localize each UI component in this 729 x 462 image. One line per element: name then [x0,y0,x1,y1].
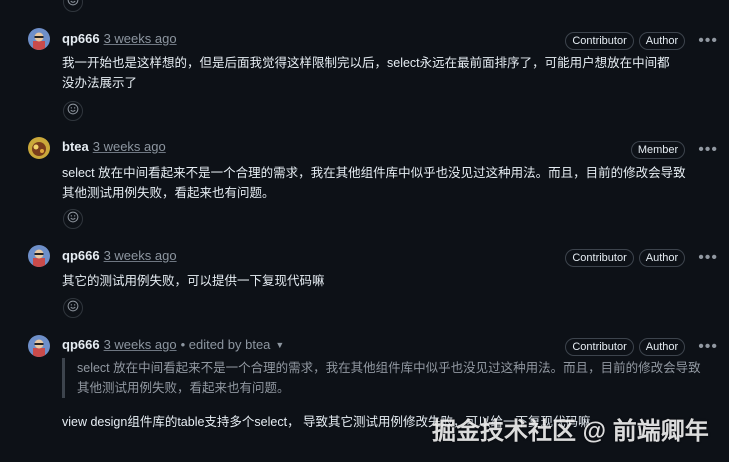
member-badge: Member [630,141,686,159]
avatar[interactable] [28,28,50,50]
comment-header: qp666 3 weeks ago [62,30,177,48]
comment-badges: Contributor Author ••• [565,338,718,356]
comment-badges: Contributor Author ••• [565,32,718,50]
comment-badges: Member ••• [630,141,718,159]
add-reaction-button[interactable] [63,209,83,229]
timestamp[interactable]: 3 weeks ago [104,336,177,354]
smiley-icon [67,299,79,317]
author-name[interactable]: btea [62,138,89,156]
kebab-horizontal-icon[interactable]: ••• [698,250,718,266]
kebab-horizontal-icon[interactable]: ••• [698,142,718,158]
discussion-timeline: qp666 3 weeks ago Contributor Author •••… [0,0,729,462]
smiley-icon [67,102,79,120]
edited-by-label[interactable]: • edited by btea [181,336,271,354]
author-badge: Author [638,32,686,50]
comment-body: 其它的测试用例失败，可以提供一下复现代码嘛 [62,274,325,288]
avatar[interactable] [28,137,50,159]
comment-body: 我一开始也是这样想的，但是后面我觉得这样限制完以后，select永远在最前面排序… [62,56,670,90]
timestamp[interactable]: 3 weeks ago [93,138,166,156]
timestamp[interactable]: 3 weeks ago [104,30,177,48]
avatar[interactable] [28,245,50,267]
author-name[interactable]: qp666 [62,30,100,48]
watermark: 掘金技术社区 @ 前端卿年 [432,418,709,445]
add-reaction-button[interactable] [63,0,83,12]
comment-body: select 放在中间看起来不是一个合理的需求，我在其他组件库中似乎也没见过这种… [62,166,686,200]
quoted-reply: select 放在中间看起来不是一个合理的需求，我在其他组件库中似乎也没见过这种… [62,358,707,398]
add-reaction-button[interactable] [63,298,83,318]
comment-header: qp666 3 weeks ago [62,247,177,265]
smiley-icon [67,210,79,228]
author-name[interactable]: qp666 [62,247,100,265]
add-reaction-button[interactable] [63,101,83,121]
comment-badges: Contributor Author ••• [565,249,718,267]
comment-header: qp666 3 weeks ago • edited by btea ▼ [62,336,284,354]
author-badge: Author [638,249,686,267]
timestamp[interactable]: 3 weeks ago [104,247,177,265]
comment-header: btea 3 weeks ago [62,138,166,156]
contributor-badge: Contributor [565,249,634,267]
avatar[interactable] [28,335,50,357]
author-badge: Author [638,338,686,356]
chevron-down-icon[interactable]: ▼ [275,336,284,354]
smiley-icon [67,0,79,11]
kebab-horizontal-icon[interactable]: ••• [698,339,718,355]
contributor-badge: Contributor [565,32,634,50]
kebab-horizontal-icon[interactable]: ••• [698,33,718,49]
author-name[interactable]: qp666 [62,336,100,354]
contributor-badge: Contributor [565,338,634,356]
